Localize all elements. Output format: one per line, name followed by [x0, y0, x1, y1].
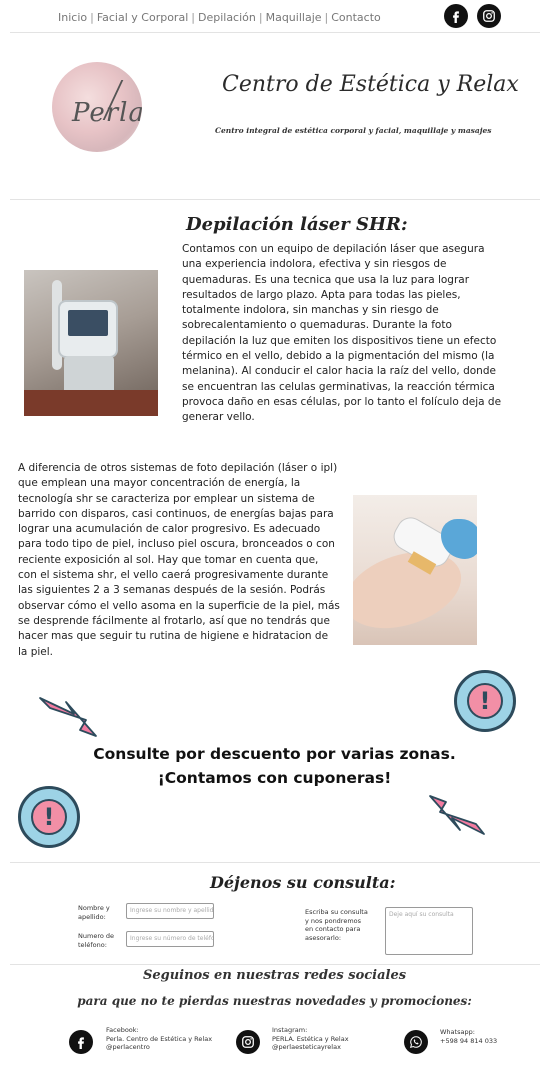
logo-text: Perla: [72, 98, 142, 128]
phone-input[interactable]: Ingrese su número de teléfono: [126, 931, 214, 947]
pink-arrow-icon: [429, 795, 485, 835]
machine-screen: [68, 310, 108, 336]
name-label: Nombre y apellido:: [78, 904, 110, 921]
alert-icon: !: [454, 670, 516, 732]
whatsapp-icon[interactable]: [404, 1030, 428, 1054]
laser-machine-image: [24, 270, 158, 416]
whatsapp-label: Whatsapp:: [440, 1028, 475, 1036]
exclamation-icon: !: [31, 799, 67, 835]
phone-label: Numero de teléfono:: [78, 932, 115, 949]
nav-separator: |: [90, 11, 94, 24]
contact-title: Déjenos su consulta:: [210, 873, 396, 892]
nav-separator: |: [191, 11, 195, 24]
nav-link-maquillaje[interactable]: Maquillaje: [266, 11, 322, 24]
facebook-name: Perla. Centro de Estética y Relax: [106, 1034, 213, 1043]
facebook-icon[interactable]: [444, 4, 468, 28]
nav-separator: |: [258, 11, 263, 24]
treatment-image: [353, 495, 477, 645]
name-input[interactable]: Ingrese su nombre y apellido: [126, 903, 214, 919]
paragraph-intro: Contamos con un equipo de depilación lás…: [182, 243, 502, 424]
brand-logo: Perla: [52, 62, 142, 152]
site-subtitle: Centro integral de estética corporal y f…: [215, 126, 492, 135]
nav-separator: |: [324, 11, 329, 24]
query-textarea[interactable]: Deje aquí su consulta: [385, 907, 473, 955]
whatsapp-number[interactable]: +598 94 814 033: [440, 1037, 497, 1046]
nav-link-depilacion[interactable]: Depilación: [198, 11, 256, 24]
nav-links: Inicio | Facial y Corporal | Depilación …: [58, 11, 381, 24]
exclamation-icon: !: [467, 683, 503, 719]
nav-link-facial-corporal[interactable]: Facial y Corporal: [97, 11, 188, 24]
footer-subheading: para que no te pierdas nuestras novedade…: [77, 994, 472, 1008]
footer-heading: Seguinos en nuestras redes sociales: [142, 968, 407, 983]
divider: [10, 32, 540, 33]
facebook-handle[interactable]: @perlacentro: [106, 1043, 212, 1052]
instagram-name: PERLA. Estética y Relax: [272, 1034, 349, 1043]
whatsapp-info: Whatsapp: +598 94 814 033: [440, 1028, 497, 1045]
facebook-info: Facebook: Perla. Centro de Estética y Re…: [106, 1026, 212, 1052]
facebook-icon[interactable]: [69, 1030, 93, 1054]
floor: [24, 390, 158, 416]
nav-link-inicio[interactable]: Inicio: [58, 11, 87, 24]
promo-line-1: Consulte por descuento por varias zonas.: [93, 745, 456, 763]
facebook-label: Facebook:: [106, 1026, 139, 1034]
nav-link-contacto[interactable]: Contacto: [331, 11, 381, 24]
pink-arrow-icon: [39, 697, 97, 737]
divider: [10, 199, 540, 200]
instagram-icon[interactable]: [236, 1030, 260, 1054]
promo-line-2: ¡Contamos con cuponeras!: [157, 769, 392, 787]
site-title: Centro de Estética y Relax: [222, 72, 519, 97]
divider: [10, 862, 540, 863]
instagram-info: Instagram: PERLA. Estética y Relax @perl…: [272, 1026, 349, 1052]
alert-icon: !: [18, 786, 80, 848]
instagram-label: Instagram:: [272, 1026, 308, 1034]
query-label: Escriba su consulta y nos pondremos en c…: [305, 908, 368, 942]
instagram-handle[interactable]: @perlaesteticayrelax: [272, 1043, 349, 1052]
section-title: Depilación láser SHR:: [186, 214, 408, 235]
instagram-icon[interactable]: [477, 4, 501, 28]
paragraph-shr: A diferencia de otros sistemas de foto d…: [18, 462, 340, 658]
divider: [10, 964, 540, 965]
